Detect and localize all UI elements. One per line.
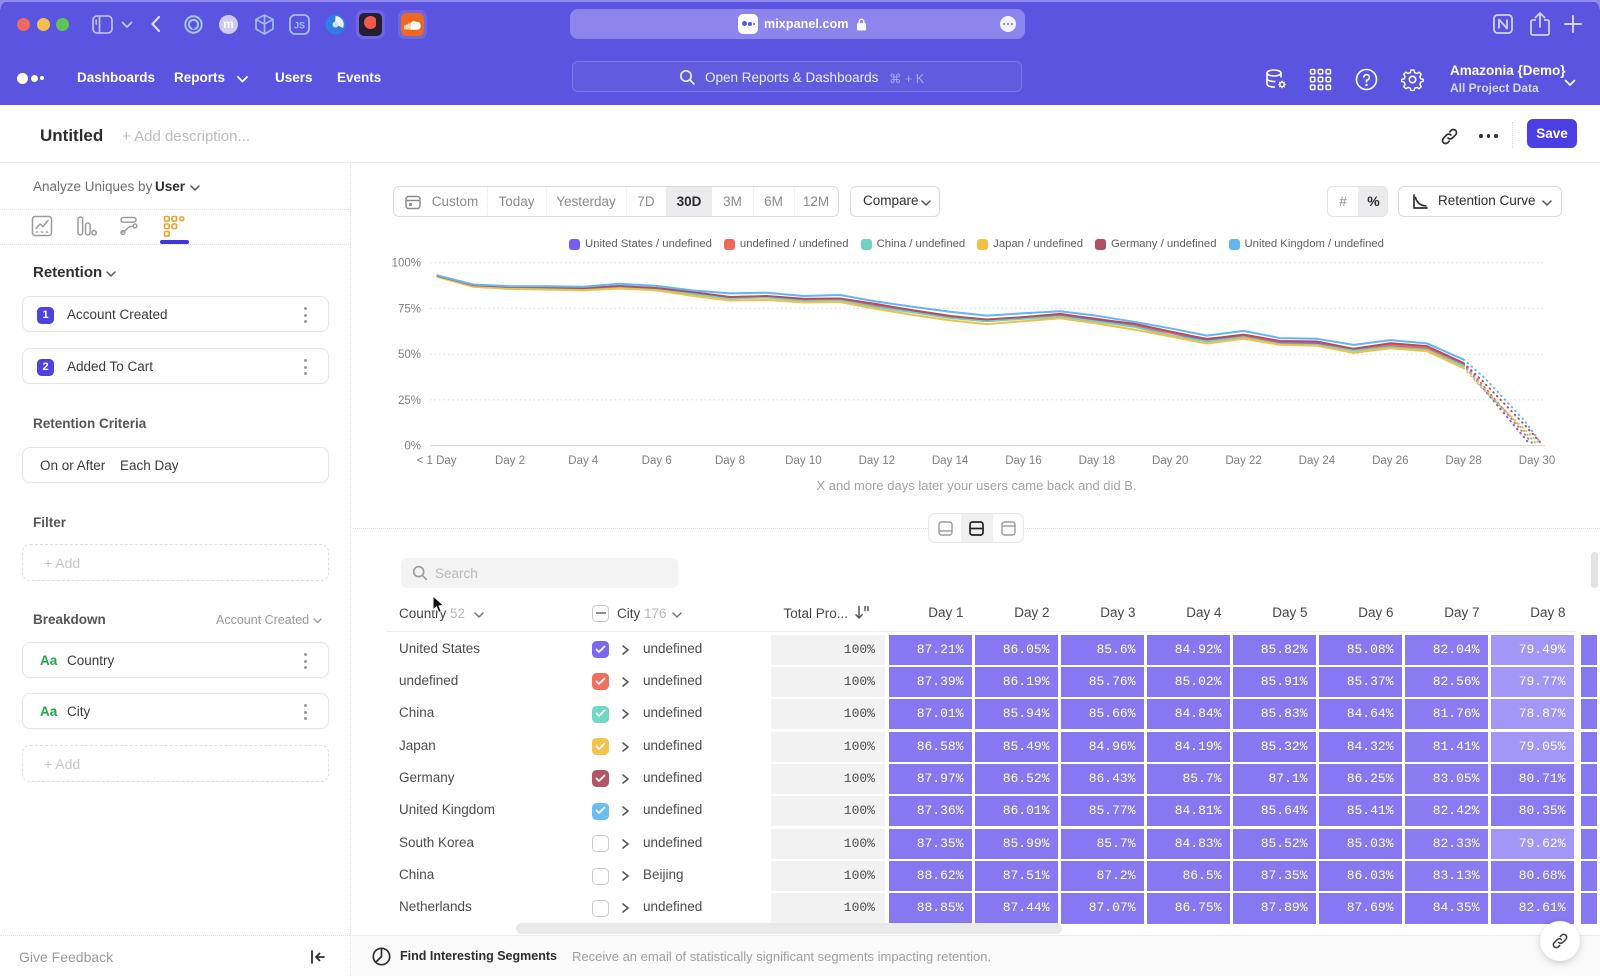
svg-text:100%: 100% (392, 258, 421, 270)
svg-text:Day 26: Day 26 (1372, 455, 1408, 467)
svg-text:0%: 0% (404, 441, 421, 453)
svg-text:Day 16: Day 16 (1005, 455, 1041, 467)
svg-text:75%: 75% (398, 303, 421, 315)
svg-text:Day 22: Day 22 (1225, 455, 1261, 467)
svg-text:Day 14: Day 14 (932, 455, 969, 467)
svg-text:Day 30: Day 30 (1519, 455, 1555, 467)
svg-text:Day 24: Day 24 (1299, 455, 1336, 467)
svg-text:Day 18: Day 18 (1079, 455, 1115, 467)
svg-text:< 1 Day: < 1 Day (417, 455, 457, 467)
svg-text:JS: JS (294, 21, 305, 31)
svg-text:Day 2: Day 2 (495, 455, 525, 467)
svg-text:Day 20: Day 20 (1152, 455, 1188, 467)
svg-text:50%: 50% (398, 349, 421, 361)
svg-text:25%: 25% (398, 395, 421, 407)
svg-text:Day 4: Day 4 (568, 455, 599, 467)
svg-text:Day 8: Day 8 (715, 455, 745, 467)
svg-text:Day 12: Day 12 (859, 455, 895, 467)
svg-text:Day 10: Day 10 (785, 455, 821, 467)
svg-text:Day 6: Day 6 (642, 455, 672, 467)
svg-text:Day 28: Day 28 (1445, 455, 1481, 467)
